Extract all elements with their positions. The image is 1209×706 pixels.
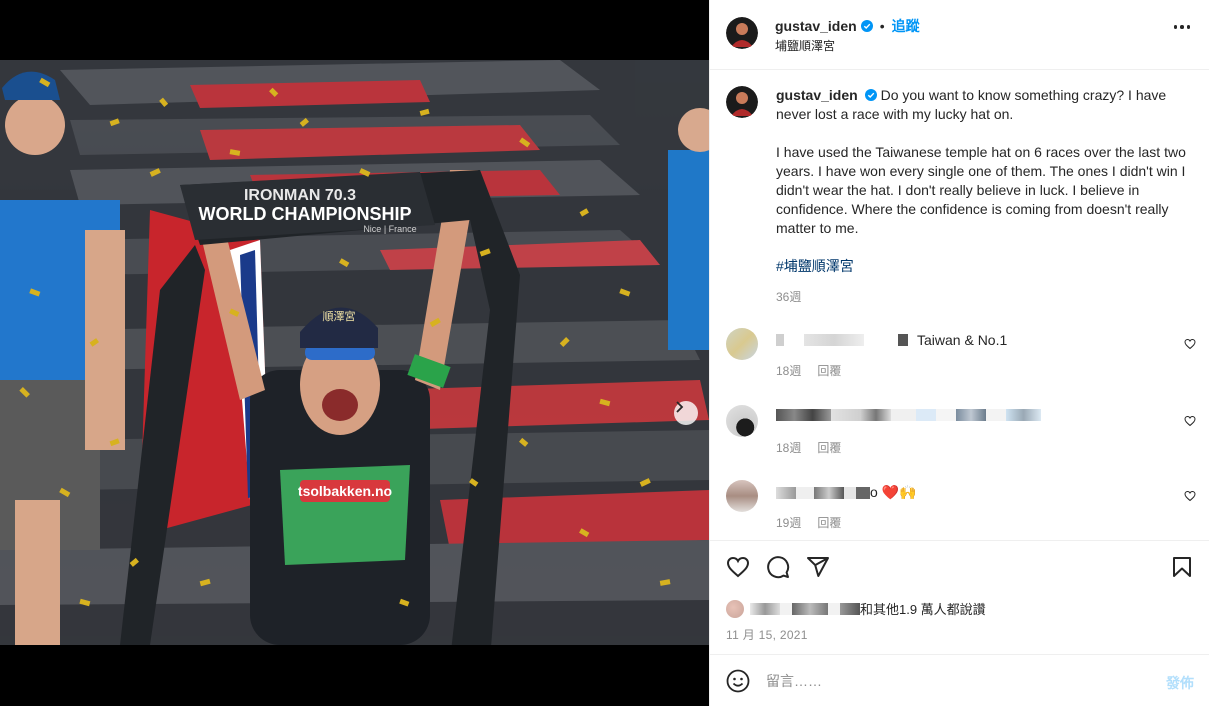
- comment-time[interactable]: 19週: [776, 514, 801, 531]
- comment-item: Taiwan & No.1 18週 回覆: [726, 328, 1196, 378]
- post-caption: gustav_iden Do you want to know somethin…: [726, 86, 1196, 307]
- blurred-text: [804, 334, 864, 346]
- blurred-text: [750, 602, 780, 615]
- race-finish-photo: tsolbakken.no 順澤宮 IRONMAN 70.3 WORLD CHA…: [0, 60, 709, 645]
- avatar[interactable]: [726, 86, 758, 118]
- emoji-icon[interactable]: [726, 669, 750, 693]
- banner-text-2: WORLD CHAMPIONSHIP: [199, 204, 412, 224]
- post-media: tsolbakken.no 順澤宮 IRONMAN 70.3 WORLD CHA…: [0, 0, 709, 706]
- share-icon[interactable]: [806, 555, 830, 579]
- post-comment-button[interactable]: 發佈: [1166, 673, 1194, 693]
- blurred-text: [776, 334, 784, 346]
- post-header: gustav_iden • 追蹤 埔鹽順澤宮: [710, 0, 1209, 70]
- blurred-text: [856, 486, 870, 499]
- comment-composer: 發佈: [710, 654, 1209, 706]
- avatar[interactable]: [726, 599, 744, 618]
- avatar[interactable]: [726, 17, 758, 49]
- post-actions: 和其他1.9 萬人都說讚 11 月 15, 2021: [710, 540, 1209, 654]
- comment-text: o ❤️🙌: [870, 484, 917, 500]
- caption-username[interactable]: gustav_iden: [776, 87, 858, 103]
- blurred-text: [1006, 409, 1041, 421]
- comment-input[interactable]: [766, 669, 1146, 693]
- likes-text: 和其他1.9 萬人都說讚: [860, 602, 986, 617]
- post-side-panel: gustav_iden • 追蹤 埔鹽順澤宮 gustav_iden Do yo…: [709, 0, 1209, 706]
- separator-dot: •: [879, 18, 885, 34]
- blurred-text: [776, 409, 831, 421]
- comment-time[interactable]: 18週: [776, 362, 801, 379]
- blurred-text: [898, 334, 908, 346]
- verified-badge-icon: [860, 20, 873, 32]
- verified-badge-icon: [864, 89, 877, 101]
- chevron-right-icon: [676, 401, 684, 413]
- avatar[interactable]: [726, 328, 758, 360]
- heart-icon[interactable]: [1184, 490, 1196, 502]
- caption-paragraph: I have used the Taiwanese temple hat on …: [776, 144, 1186, 236]
- reply-button[interactable]: 回覆: [817, 514, 841, 531]
- blurred-text: [776, 486, 796, 499]
- blurred-text: [861, 409, 891, 421]
- reply-button[interactable]: 回覆: [817, 439, 841, 456]
- avatar[interactable]: [726, 405, 758, 437]
- blurred-text: [916, 409, 936, 421]
- comment-icon[interactable]: [766, 555, 790, 579]
- heart-icon[interactable]: [1184, 415, 1196, 427]
- bookmark-icon[interactable]: [1170, 555, 1194, 579]
- next-photo-button[interactable]: [674, 401, 698, 425]
- banner-text-3: Nice | France: [363, 224, 416, 234]
- more-options-icon[interactable]: [1173, 25, 1190, 29]
- caption-hashtag[interactable]: #埔鹽順澤宮: [776, 257, 1186, 276]
- likes-summary[interactable]: 和其他1.9 萬人都說讚: [726, 599, 986, 618]
- follow-button[interactable]: 追蹤: [892, 16, 920, 36]
- comment-item: o ❤️🙌 19週 回覆: [726, 480, 1196, 530]
- blurred-text: [831, 409, 861, 421]
- post-date[interactable]: 11 月 15, 2021: [726, 626, 808, 643]
- comment-item: 18週 回覆: [726, 405, 1196, 455]
- banner-text-1: IRONMAN 70.3: [244, 187, 356, 204]
- comment-text: Taiwan & No.1: [917, 332, 1008, 348]
- blurred-text: [792, 602, 828, 615]
- avatar[interactable]: [726, 480, 758, 512]
- blurred-text: [956, 409, 986, 421]
- post-location[interactable]: 埔鹽順澤宮: [775, 37, 835, 54]
- heart-icon[interactable]: [726, 555, 750, 579]
- heart-icon[interactable]: [1184, 338, 1196, 350]
- comment-time[interactable]: 18週: [776, 439, 801, 456]
- caption-time[interactable]: 36週: [776, 288, 1186, 307]
- blurred-text: [814, 486, 844, 499]
- reply-button[interactable]: 回覆: [817, 362, 841, 379]
- hat-text: 順澤宮: [323, 309, 356, 323]
- blurred-text: [840, 602, 860, 615]
- post-photo[interactable]: tsolbakken.no 順澤宮 IRONMAN 70.3 WORLD CHA…: [0, 60, 709, 645]
- post-username[interactable]: gustav_iden: [775, 18, 857, 34]
- jersey-text: tsolbakken.no: [298, 483, 392, 499]
